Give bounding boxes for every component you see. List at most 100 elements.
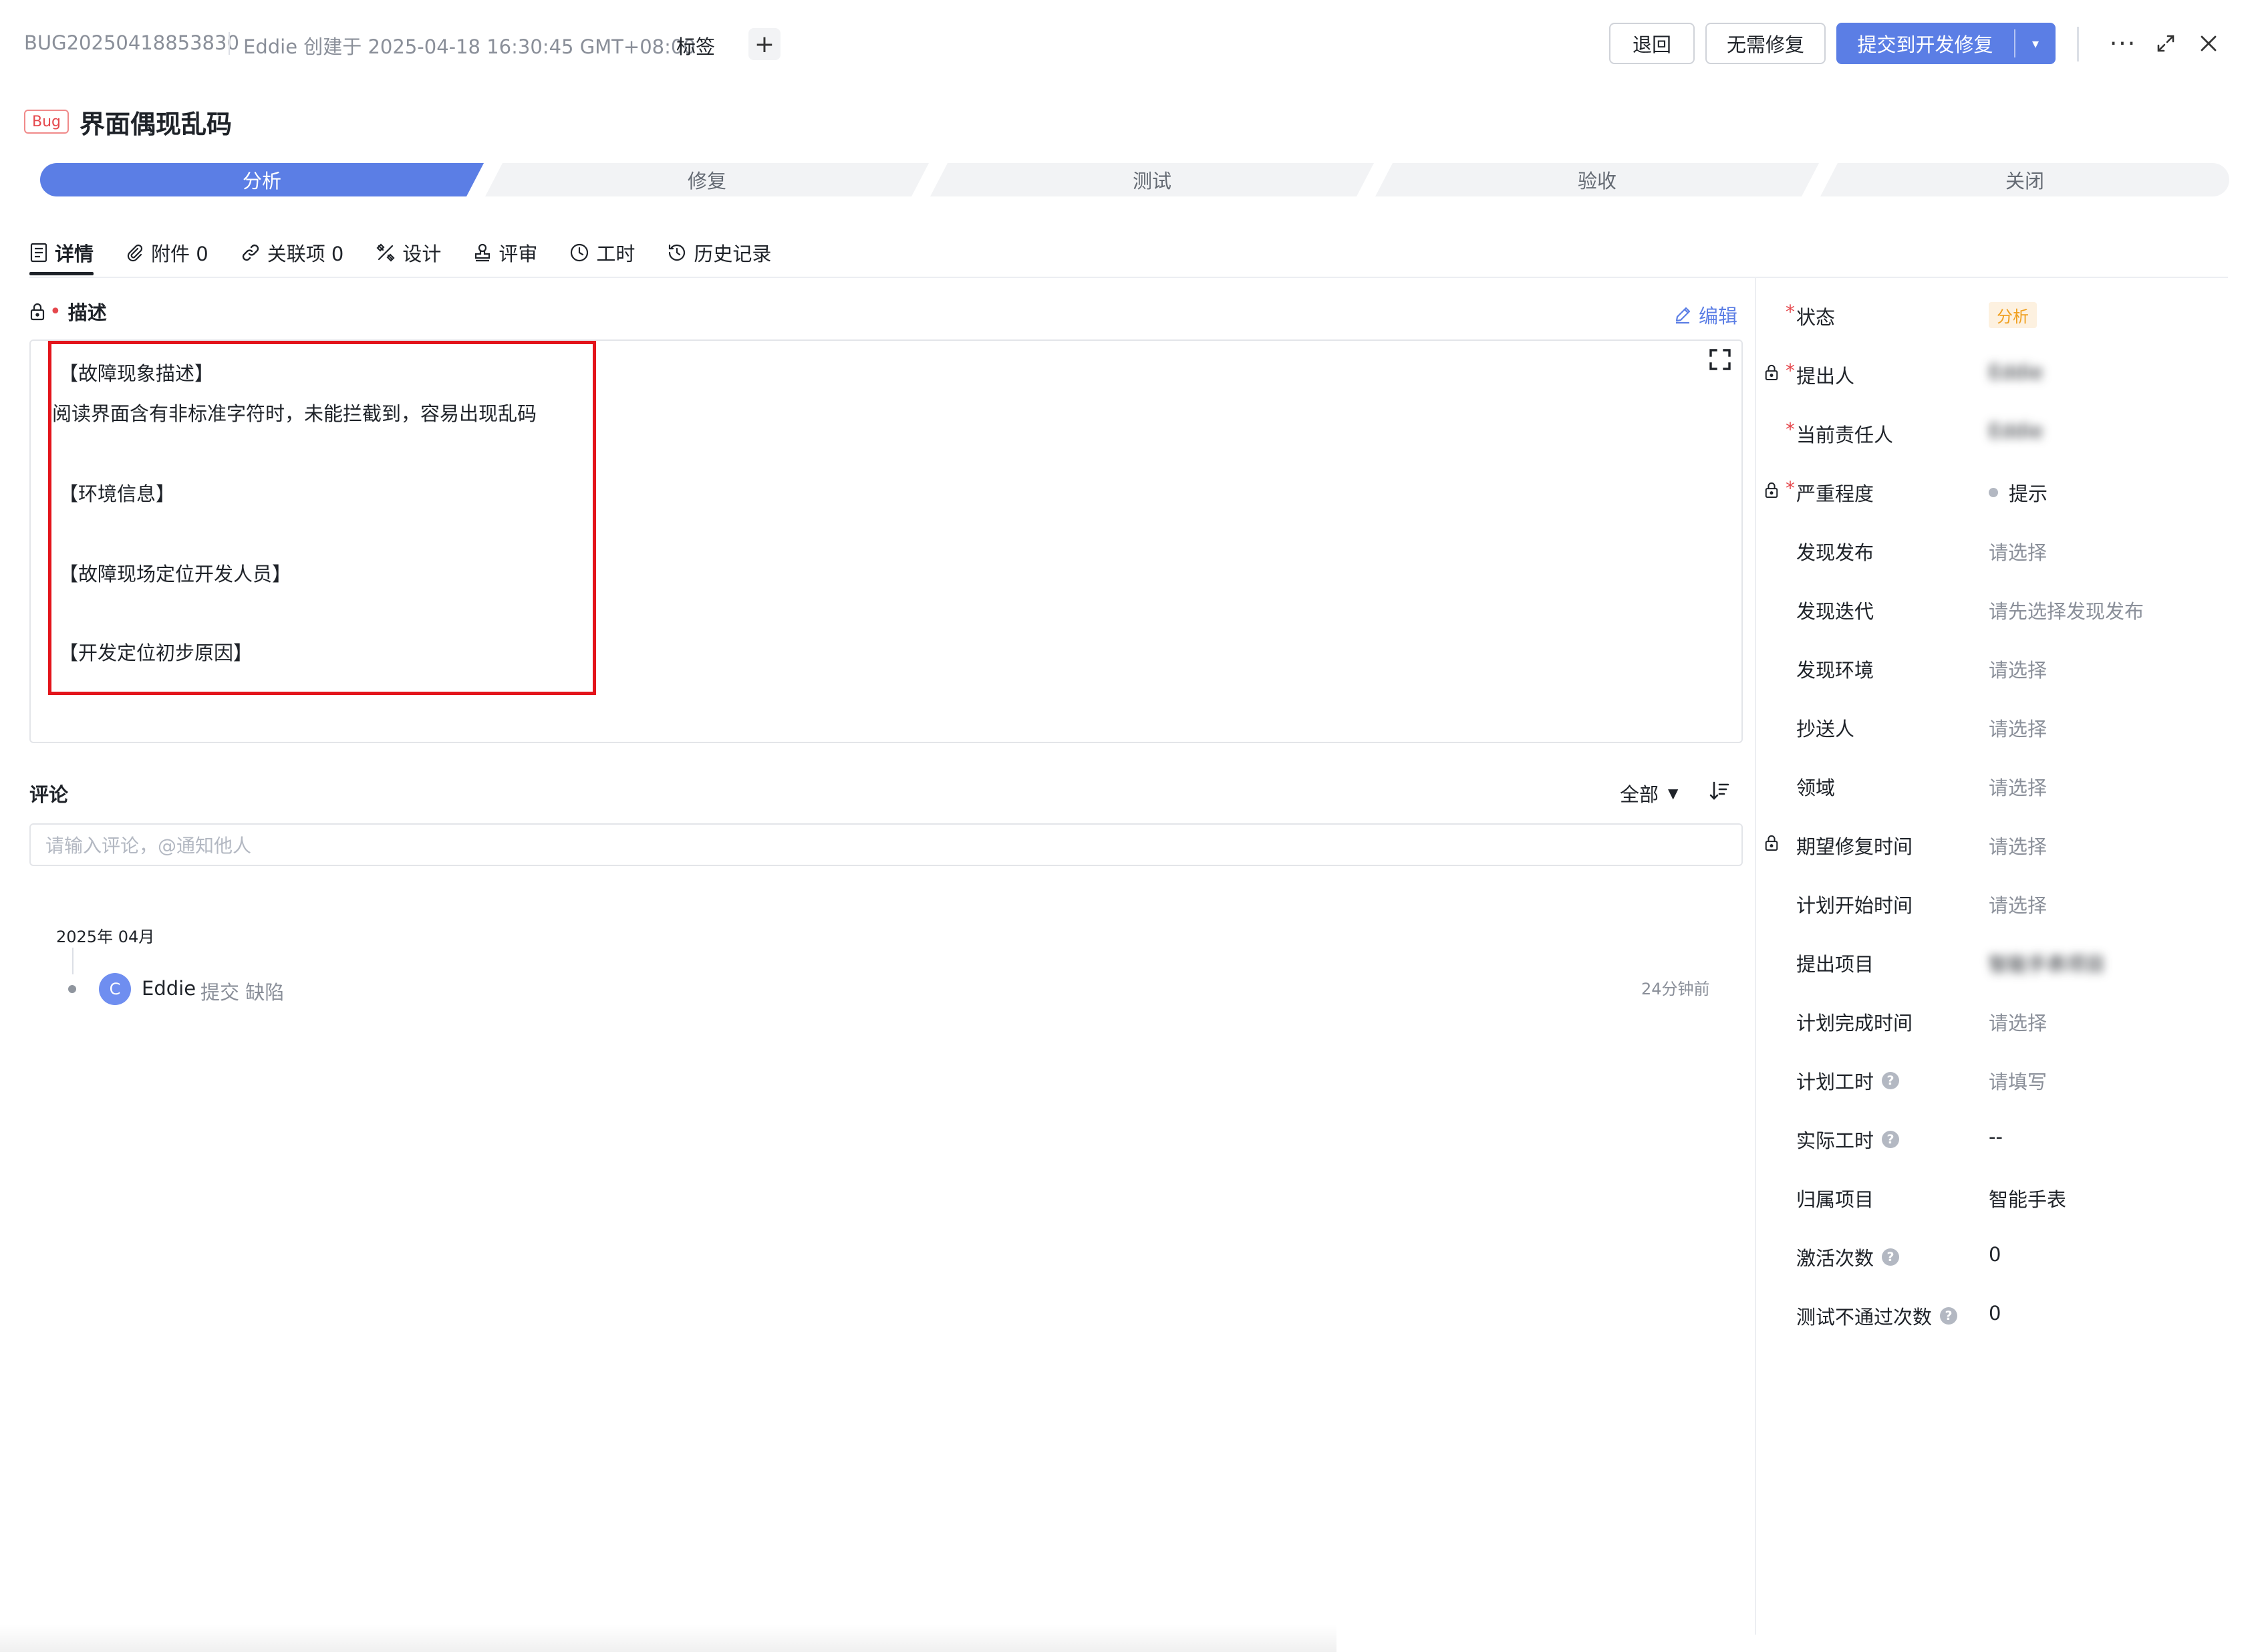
fullscreen-icon[interactable] [1708, 348, 1735, 374]
prop-status[interactable]: * 状态 分析 [1764, 297, 2232, 329]
tab-design[interactable]: 设计 [376, 235, 441, 270]
tab-review[interactable]: 评审 [473, 235, 537, 270]
submit-to-dev-button[interactable]: 提交到开发修复 ▾ [1836, 23, 2056, 64]
description-header: • 描述 [29, 298, 107, 325]
prop-label: 发现迭代 [1796, 600, 1874, 623]
tab-history[interactable]: 历史记录 [667, 235, 771, 270]
prop-planned-hours[interactable]: 计划工时? 请填写 [1764, 1061, 2232, 1093]
prop-found-iteration[interactable]: 发现迭代 请先选择发现发布 [1764, 591, 2232, 623]
help-icon[interactable]: ? [1882, 1248, 1900, 1266]
more-icon[interactable]: ··· [2106, 27, 2140, 60]
avatar: C [99, 973, 131, 1005]
prop-value[interactable]: 请选择 [1989, 1008, 2047, 1036]
prop-found-release[interactable]: 发现发布 请选择 [1764, 532, 2232, 564]
prop-value[interactable]: 智能手表 [1989, 1184, 2066, 1212]
creator-info: Eddie 创建于 2025-04-18 16:30:45 GMT+08:00 [243, 35, 696, 58]
help-icon[interactable]: ? [1882, 1072, 1900, 1089]
prop-label: 归属项目 [1796, 1188, 1874, 1211]
required-mark: * [1786, 301, 1795, 323]
prop-value[interactable]: 请选择 [1989, 655, 2047, 683]
stage-analysis[interactable]: 分析 [40, 163, 484, 196]
help-icon[interactable]: ? [1940, 1307, 1958, 1325]
tab-worklog[interactable]: 工时 [569, 235, 635, 270]
stage-test[interactable]: 测试 [930, 163, 1374, 196]
prop-test-fail-count: 测试不通过次数? 0 [1764, 1296, 2232, 1329]
lock-icon [1765, 482, 1778, 499]
prop-reporter[interactable]: * 提出人 Eddie [1764, 356, 2232, 388]
prop-value[interactable]: Eddie [1989, 420, 2043, 442]
activity-time: 24分钟前 [1641, 980, 1710, 998]
add-tag-button[interactable]: + [748, 28, 781, 60]
prop-expected-fix-time[interactable]: 期望修复时间 请选择 [1764, 826, 2232, 858]
description-line: 阅读界面含有非标准字符时，未能拦截到，容易出现乱码 [52, 402, 537, 425]
title-row: Bug 界面偶现乱码 [24, 103, 232, 140]
prop-planned-start[interactable]: 计划开始时间 请选择 [1764, 885, 2232, 917]
header-vertical-divider [2077, 27, 2079, 61]
tab-related-items[interactable]: 关联项 0 [241, 235, 344, 270]
prop-assignee[interactable]: * 当前责任人 Eddie [1764, 414, 2232, 446]
prop-value[interactable]: 分析 [1989, 302, 2037, 328]
prop-origin-project[interactable]: 提出项目 智能手表项目 [1764, 944, 2232, 976]
prop-label: 发现环境 [1796, 659, 1874, 682]
prop-value[interactable]: 请选择 [1989, 890, 2047, 918]
no-fix-button[interactable]: 无需修复 [1705, 23, 1826, 64]
tab-related-items-label: 关联项 0 [267, 243, 344, 265]
prop-value[interactable]: 请选择 [1989, 714, 2047, 742]
prop-value[interactable]: 智能手表项目 [1989, 949, 2105, 977]
prop-severity[interactable]: * 严重程度 提示 [1764, 473, 2232, 505]
expand-icon[interactable] [2149, 27, 2182, 60]
prop-found-environment[interactable]: 发现环境 请选择 [1764, 650, 2232, 682]
tab-details[interactable]: 详情 [29, 235, 94, 275]
stage-fix[interactable]: 修复 [485, 163, 929, 196]
status-badge: 分析 [1989, 302, 2037, 328]
lock-icon [1765, 835, 1778, 851]
close-icon[interactable] [2192, 27, 2225, 60]
prop-activation-count: 激活次数? 0 [1764, 1238, 2232, 1270]
edit-description-button[interactable]: 编辑 [1673, 301, 1737, 329]
history-icon [669, 244, 686, 261]
prop-value[interactable]: 提示 [1989, 478, 2048, 507]
prop-value[interactable]: 请选择 [1989, 537, 2047, 565]
comment-input[interactable]: 请输入评论，@通知他人 [29, 823, 1743, 866]
description-line: 【故障现场定位开发人员】 [59, 563, 292, 585]
submit-to-dev-label[interactable]: 提交到开发修复 [1836, 23, 2014, 64]
activity-action: 提交 缺陷 [200, 981, 285, 1004]
prop-label-text: 计划工时 [1796, 1071, 1874, 1093]
bug-type-badge: Bug [24, 110, 69, 134]
stage-close[interactable]: 关闭 [1820, 163, 2229, 196]
prop-value[interactable]: 请填写 [1989, 1067, 2047, 1095]
edit-label: 编辑 [1699, 305, 1738, 327]
clock-icon [571, 243, 589, 262]
prop-value[interactable]: 请先选择发现发布 [1989, 596, 2144, 624]
prop-value[interactable]: Eddie [1989, 361, 2043, 384]
details-icon [30, 243, 47, 263]
stage-acceptance[interactable]: 验收 [1375, 163, 1819, 196]
design-tools-icon [376, 243, 395, 262]
prop-owning-project[interactable]: 归属项目 智能手表 [1764, 1179, 2232, 1211]
sort-icon[interactable] [1708, 779, 1731, 805]
prop-value[interactable]: 请选择 [1989, 773, 2047, 801]
submit-dropdown-caret-icon[interactable]: ▾ [2015, 23, 2056, 64]
header: BUG20250418853830 Eddie 创建于 2025-04-18 1… [0, 0, 2256, 88]
prop-label: 期望修复时间 [1796, 835, 1913, 858]
timeline-line [72, 948, 74, 974]
activity-user[interactable]: Eddie [142, 977, 196, 1000]
prop-actual-hours: 实际工时? -- [1764, 1120, 2232, 1152]
help-icon[interactable]: ? [1882, 1131, 1900, 1148]
prop-planned-finish[interactable]: 计划完成时间 请选择 [1764, 1002, 2232, 1035]
workflow-stages: 分析 修复 测试 验收 关闭 [40, 163, 2229, 196]
tabs-divider [29, 277, 2228, 278]
prop-cc[interactable]: 抄送人 请选择 [1764, 708, 2232, 740]
tab-attachments[interactable]: 附件 0 [126, 235, 208, 270]
prop-value[interactable]: 请选择 [1989, 831, 2047, 859]
tab-design-label: 设计 [402, 243, 442, 265]
comment-filter-dropdown[interactable]: 全部 ▼ [1620, 779, 1678, 807]
prop-label: 测试不通过次数? [1796, 1302, 1958, 1330]
lock-icon [1765, 364, 1778, 381]
tab-review-label: 评审 [499, 243, 538, 265]
tab-attachments-label: 附件 0 [151, 243, 208, 265]
bug-id: BUG20250418853830 [24, 31, 239, 54]
back-button[interactable]: 退回 [1609, 23, 1695, 64]
prop-domain[interactable]: 领域 请选择 [1764, 767, 2232, 799]
tab-details-label: 详情 [55, 243, 94, 265]
